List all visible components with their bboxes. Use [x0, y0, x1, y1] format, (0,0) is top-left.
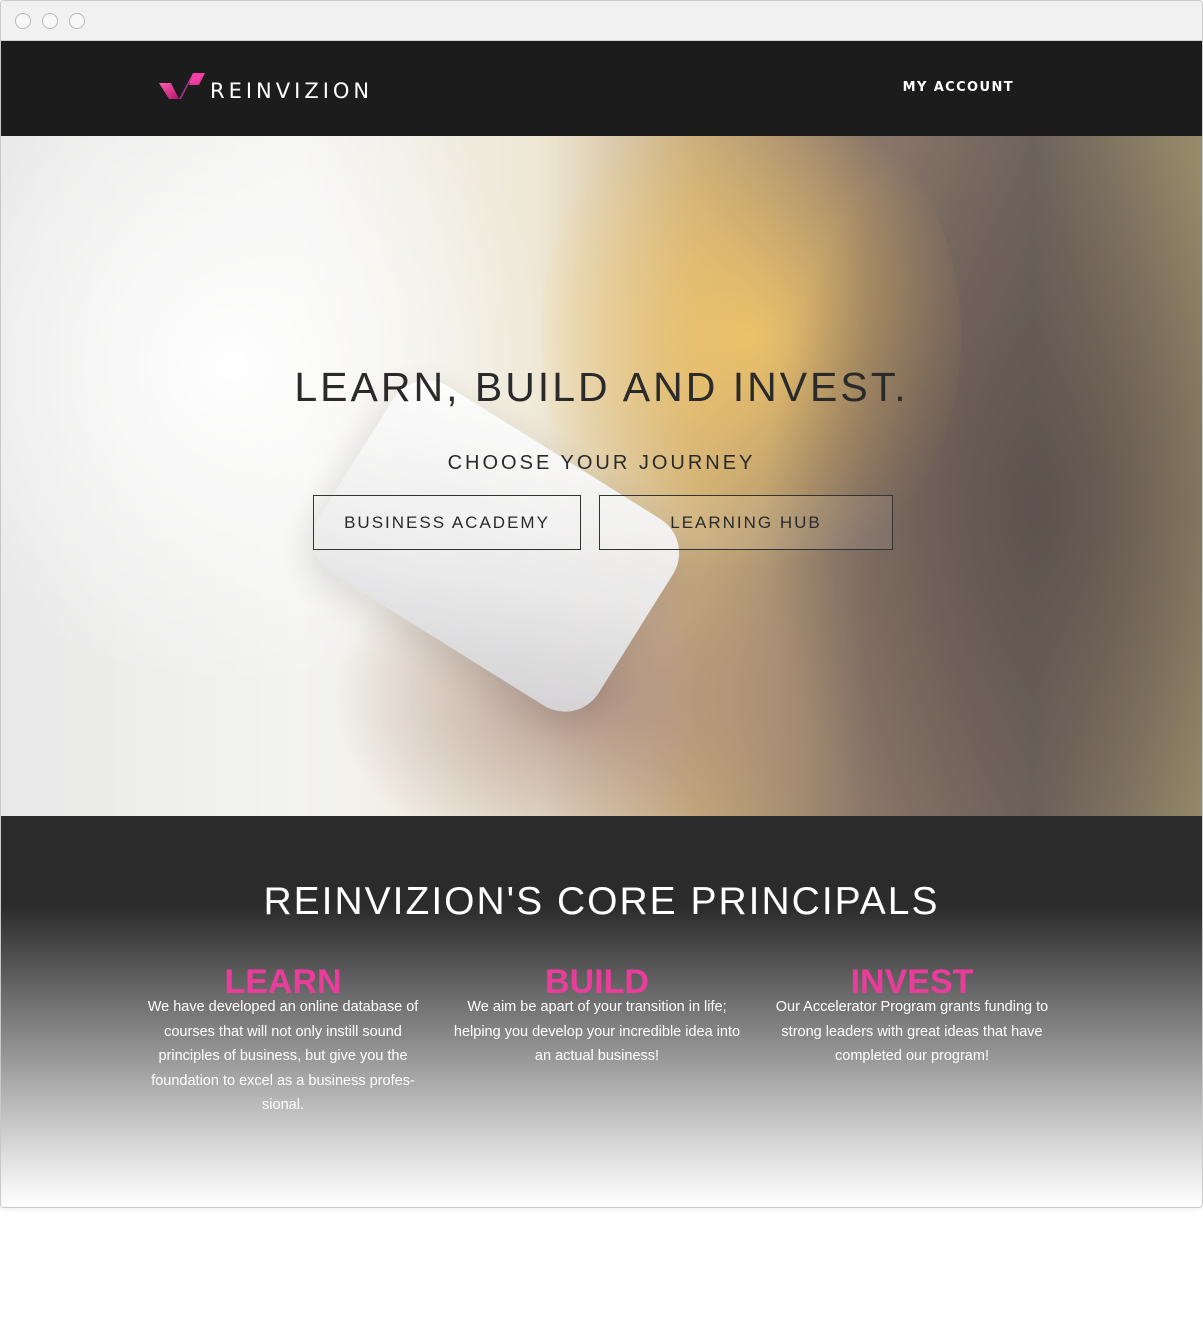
my-account-link[interactable]: MY ACCOUNT [903, 80, 1014, 95]
site-header: REINVIZION MY ACCOUNT [1, 41, 1202, 136]
core-principals-title: REINVIZION'S CORE PRINCIPALS [263, 880, 940, 923]
reinvizion-v-logo-icon [159, 73, 205, 99]
principal-learn: LEARN We have developed an online databa… [133, 962, 433, 1118]
business-academy-button[interactable]: BUSINESS ACADEMY [313, 495, 581, 550]
brand-name: REINVIZION [210, 79, 374, 103]
hero-overlay [1, 136, 1202, 816]
window-minimize-button[interactable] [42, 13, 58, 29]
principal-description: We have developed an online database of … [147, 999, 419, 1113]
window-close-button[interactable] [15, 13, 31, 29]
principal-description: We aim be apart of your transition in li… [453, 999, 741, 1064]
browser-titlebar [1, 1, 1202, 41]
principal-description: Our Accelerator Program grants funding t… [775, 999, 1049, 1064]
hero-subtitle: CHOOSE YOUR JOURNEY [447, 452, 756, 474]
learning-hub-button[interactable]: LEARNING HUB [599, 495, 893, 550]
browser-window: REINVIZION MY ACCOUNT LEARN, BUILD AND I… [0, 0, 1203, 1208]
core-principals-section: REINVIZION'S CORE PRINCIPALS LEARN We ha… [1, 816, 1202, 1207]
principal-build: BUILD We aim be apart of your transition… [447, 962, 747, 1069]
hero-title: LEARN, BUILD AND INVEST. [294, 364, 909, 410]
principal-invest: INVEST Our Accelerator Program grants fu… [762, 962, 1062, 1069]
window-maximize-button[interactable] [69, 13, 85, 29]
hero-section: LEARN, BUILD AND INVEST. CHOOSE YOUR JOU… [1, 136, 1202, 816]
